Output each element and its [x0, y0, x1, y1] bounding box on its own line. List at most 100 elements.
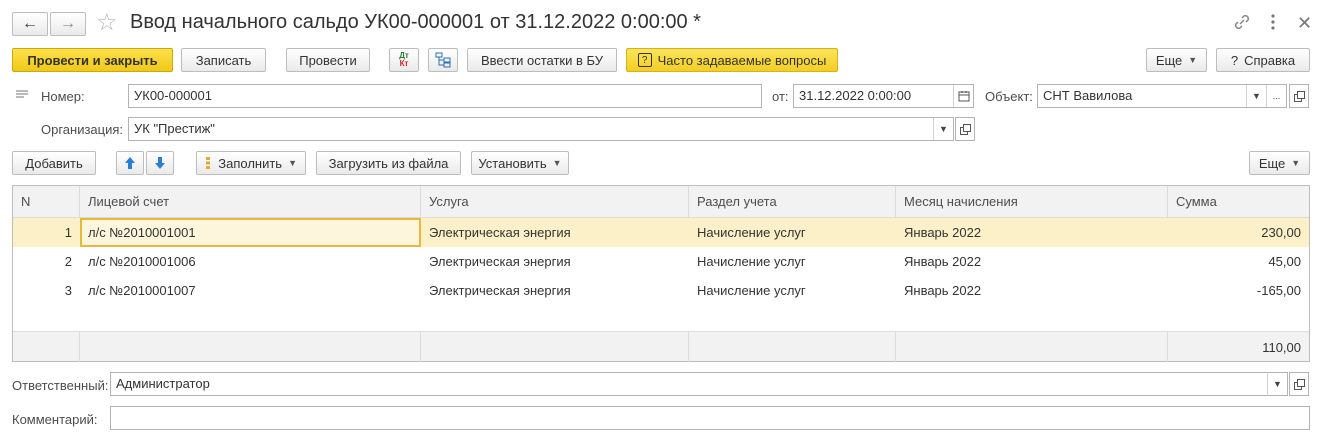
- ellipsis-icon[interactable]: ...: [1266, 85, 1286, 107]
- cell-n: 1: [64, 225, 72, 240]
- open-icon: [1293, 378, 1305, 390]
- load-from-file-button[interactable]: Загрузить из файла: [316, 151, 461, 175]
- object-field[interactable]: СНТ Вавилова ▼ ...: [1037, 84, 1287, 108]
- cell-month: Январь 2022: [904, 283, 982, 298]
- fill-icon: [206, 157, 211, 169]
- column-header-section[interactable]: Раздел учета: [689, 186, 896, 218]
- cell-section: Начисление услуг: [697, 254, 806, 269]
- cell-section: Начисление услуг: [697, 225, 806, 240]
- column-header-account[interactable]: Лицевой счет: [80, 186, 421, 218]
- footer-cell: [13, 332, 80, 362]
- organization-value: УК "Престиж": [134, 121, 215, 136]
- chevron-down-icon: ▼: [552, 158, 562, 168]
- post-button[interactable]: Провести: [286, 48, 370, 72]
- cell-service: Электрическая энергия: [429, 225, 571, 240]
- open-object-button[interactable]: [1289, 84, 1309, 108]
- arrow-up-icon: [125, 157, 135, 169]
- balances-table[interactable]: N Лицевой счет Услуга Раздел учета Месяц…: [12, 185, 1310, 362]
- close-icon[interactable]: ✕: [1297, 13, 1312, 34]
- number-field[interactable]: УК00-000001: [128, 84, 762, 108]
- add-button[interactable]: Добавить: [12, 151, 96, 175]
- more-button[interactable]: Еще ▼: [1146, 48, 1207, 72]
- faq-label: Часто задаваемые вопросы: [657, 52, 827, 68]
- faq-button[interactable]: ? Часто задаваемые вопросы: [626, 48, 838, 72]
- move-down-button[interactable]: [146, 151, 174, 175]
- cell-service: Электрическая энергия: [429, 254, 571, 269]
- arrow-left-icon: ←: [22, 15, 38, 32]
- table-row[interactable]: 3 л/с №2010001007 Электрическая энергия …: [13, 276, 1309, 305]
- set-label: Установить: [478, 155, 547, 171]
- cell-sum: 230,00: [1261, 225, 1301, 240]
- column-header-n[interactable]: N: [13, 186, 80, 218]
- question-icon: ?: [637, 53, 652, 67]
- footer-cell: [896, 332, 1168, 362]
- footer-cell: [80, 332, 421, 362]
- footer-cell: [689, 332, 896, 362]
- question-mark-icon: ?: [1230, 52, 1239, 68]
- chevron-down-icon[interactable]: ▼: [1246, 85, 1266, 107]
- more-vertical-icon[interactable]: [1268, 12, 1278, 32]
- help-button[interactable]: ? Справка: [1216, 48, 1310, 72]
- table-footer: 110,00: [13, 331, 1309, 362]
- structure-icon: [435, 52, 451, 68]
- number-label: Номер:: [41, 89, 85, 104]
- cell-sum: 45,00: [1268, 254, 1301, 269]
- cell-service: Электрическая энергия: [429, 283, 571, 298]
- cell-n: 2: [64, 254, 72, 269]
- arrow-right-icon: →: [60, 15, 76, 32]
- cell-month: Январь 2022: [904, 254, 982, 269]
- date-from-label: от:: [772, 89, 789, 104]
- responsible-field[interactable]: Администратор ▼: [110, 372, 1288, 396]
- cell-account[interactable]: л/с №2010001006: [80, 247, 421, 276]
- column-header-sum[interactable]: Сумма: [1168, 186, 1309, 218]
- open-icon: [959, 123, 971, 135]
- column-header-month[interactable]: Месяц начисления: [896, 186, 1168, 218]
- organization-field[interactable]: УК "Престиж" ▼: [128, 117, 954, 141]
- favorite-star-icon[interactable]: ☆: [96, 8, 118, 37]
- open-icon: [1293, 90, 1305, 102]
- chevron-down-icon: ▼: [1291, 158, 1301, 168]
- more-label: Еще: [1155, 52, 1183, 68]
- enter-balances-button[interactable]: Ввести остатки в БУ: [467, 48, 617, 72]
- calendar-icon[interactable]: [953, 85, 973, 107]
- post-and-close-button[interactable]: Провести и закрыть: [12, 48, 173, 72]
- move-up-button[interactable]: [116, 151, 144, 175]
- cell-account[interactable]: л/с №2010001001: [80, 218, 421, 247]
- table-row[interactable]: 2 л/с №2010001006 Электрическая энергия …: [13, 247, 1309, 276]
- window-title: Ввод начального сальдо УК00-000001 от 31…: [130, 11, 701, 33]
- cell-account[interactable]: л/с №2010001007: [80, 276, 421, 305]
- chevron-down-icon[interactable]: ▼: [1267, 373, 1287, 395]
- cell-sum: -165,00: [1256, 283, 1301, 298]
- open-organization-button[interactable]: [955, 117, 975, 141]
- dt-kt-button[interactable]: Дт Кт: [389, 48, 419, 72]
- chevron-down-icon[interactable]: ▼: [933, 118, 953, 140]
- chevron-down-icon: ▼: [1188, 55, 1198, 65]
- write-button[interactable]: Записать: [181, 48, 266, 72]
- table-header: N Лицевой счет Услуга Раздел учета Месяц…: [13, 186, 1309, 218]
- help-label: Справка: [1244, 52, 1296, 68]
- dt-kt-icon: Дт Кт: [399, 51, 409, 68]
- cell-month: Январь 2022: [904, 225, 982, 240]
- set-button[interactable]: Установить ▼: [471, 151, 569, 175]
- object-value: СНТ Вавилова: [1043, 88, 1133, 103]
- document-icon: [16, 88, 28, 98]
- table-row[interactable]: 1 л/с №2010001001 Электрическая энергия …: [13, 218, 1309, 247]
- structure-button[interactable]: [428, 48, 458, 72]
- arrow-down-icon: [155, 157, 165, 169]
- comment-field[interactable]: [110, 406, 1310, 430]
- fill-button[interactable]: Заполнить ▼: [196, 151, 306, 175]
- forward-button[interactable]: →: [50, 12, 86, 36]
- column-header-service[interactable]: Услуга: [421, 186, 689, 218]
- date-field[interactable]: 31.12.2022 0:00:00: [793, 84, 974, 108]
- open-responsible-button[interactable]: [1289, 372, 1309, 396]
- sum-total: 110,00: [1262, 340, 1301, 355]
- comment-label: Комментарий:: [12, 412, 98, 427]
- cell-n: 3: [64, 283, 72, 298]
- link-icon[interactable]: [1232, 12, 1252, 32]
- chevron-down-icon: ▼: [288, 158, 297, 168]
- date-value: 31.12.2022 0:00:00: [799, 88, 912, 103]
- back-button[interactable]: ←: [12, 12, 48, 36]
- table-more-button[interactable]: Еще ▼: [1249, 151, 1310, 175]
- footer-cell: [421, 332, 689, 362]
- organization-label: Организация:: [41, 122, 124, 137]
